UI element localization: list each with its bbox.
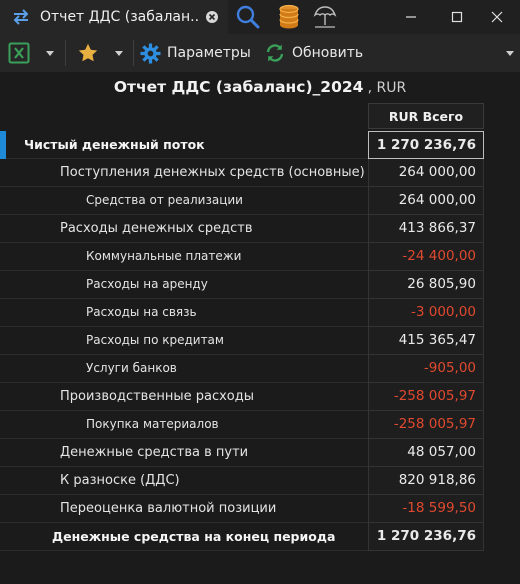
- row-label: Производственные расходы: [60, 389, 254, 404]
- toolbar-divider: [133, 40, 134, 66]
- row-label-cell[interactable]: Средства от реализации: [0, 187, 368, 215]
- row-value-cell[interactable]: -258 005,97: [368, 411, 484, 439]
- row-value-cell[interactable]: -18 599,50: [368, 495, 484, 523]
- refresh-button[interactable]: Обновить: [264, 34, 363, 72]
- row-label: К разноске (ДДС): [60, 473, 180, 488]
- report-rows: Чистый денежный поток 1 270 236,76 Поступл…: [0, 131, 520, 551]
- row-label-cell[interactable]: Услуги банков: [0, 355, 368, 383]
- table-row[interactable]: Услуги банков -905,00: [0, 355, 520, 383]
- excel-export-button[interactable]: [8, 34, 30, 72]
- table-row[interactable]: Производственные расходы -258 005,97: [0, 383, 520, 411]
- row-value-cell[interactable]: -24 400,00: [368, 243, 484, 271]
- table-row[interactable]: Расходы по кредитам 415 365,47: [0, 327, 520, 355]
- database-icon[interactable]: [275, 3, 303, 31]
- row-label-cell[interactable]: Денежные средства на конец периода: [0, 523, 368, 551]
- report-currency: , RUR: [367, 80, 407, 96]
- row-value-cell[interactable]: 48 057,00: [368, 439, 484, 467]
- row-label-cell[interactable]: Производственные расходы: [0, 383, 368, 411]
- row-label: Денежные средства на конец периода: [52, 529, 336, 544]
- table-row[interactable]: К разноске (ДДС) 820 918,86: [0, 467, 520, 495]
- row-value-cell[interactable]: 820 918,86: [368, 467, 484, 495]
- row-label: Расходы на связь: [86, 305, 197, 319]
- row-label-cell[interactable]: Расходы на аренду: [0, 271, 368, 299]
- row-label: Чистый денежный поток: [24, 137, 205, 152]
- row-label: Расходы на аренду: [86, 277, 208, 291]
- row-label: Переоценка валютной позиции: [60, 501, 277, 516]
- star-icon: [78, 43, 98, 62]
- report-title: Отчет ДДС (забаланс)_2024: [113, 78, 364, 96]
- row-label-cell[interactable]: Переоценка валютной позиции: [0, 495, 368, 523]
- row-label-cell[interactable]: Чистый денежный поток: [0, 131, 368, 159]
- table-row[interactable]: Денежные средства на конец периода 1 270 …: [0, 523, 520, 551]
- table-row[interactable]: Поступления денежных средств (основные) 2…: [0, 159, 520, 187]
- column-header-total[interactable]: RUR Всего: [368, 103, 484, 129]
- row-label: Покупка материалов: [86, 417, 219, 431]
- row-value-cell[interactable]: 415 365,47: [368, 327, 484, 355]
- table-row[interactable]: Коммунальные платежи -24 400,00: [0, 243, 520, 271]
- parameters-button[interactable]: Параметры: [140, 34, 251, 72]
- close-window-icon[interactable]: [474, 0, 520, 34]
- row-label-cell[interactable]: Расходы по кредитам: [0, 327, 368, 355]
- title-bar: Отчет ДДС (забалан...: [0, 0, 520, 34]
- row-label: Услуги банков: [86, 361, 177, 375]
- chevron-down-icon: [115, 50, 123, 56]
- row-label-cell[interactable]: Поступления денежных средств (основные): [0, 159, 368, 187]
- row-label: Расходы денежных средств: [60, 221, 253, 236]
- gear-icon: [140, 42, 161, 64]
- report-tab[interactable]: Отчет ДДС (забалан...: [0, 0, 228, 34]
- row-label-cell[interactable]: Расходы денежных средств: [0, 215, 368, 243]
- table-row[interactable]: Переоценка валютной позиции -18 599,50: [0, 495, 520, 523]
- row-label: Поступления денежных средств (основные): [60, 165, 365, 180]
- refresh-label: Обновить: [292, 45, 364, 61]
- row-label-cell[interactable]: Расходы на связь: [0, 299, 368, 327]
- row-label: Расходы по кредитам: [86, 333, 224, 347]
- toolbar-overflow-button[interactable]: [506, 34, 514, 72]
- row-value-cell[interactable]: 264 000,00: [368, 187, 484, 215]
- toolbar-divider: [65, 40, 66, 66]
- chevron-down-icon: [46, 50, 54, 56]
- close-icon[interactable]: [204, 9, 220, 25]
- row-label-cell[interactable]: Коммунальные платежи: [0, 243, 368, 271]
- table-row[interactable]: Расходы денежных средств 413 866,37: [0, 215, 520, 243]
- row-label: Коммунальные платежи: [86, 249, 242, 263]
- table-row[interactable]: Средства от реализации 264 000,00: [0, 187, 520, 215]
- switch-arrows-icon: [10, 6, 32, 28]
- row-value-cell[interactable]: 413 866,37: [368, 215, 484, 243]
- umbrella-icon[interactable]: [311, 3, 339, 31]
- favorites-dropdown-button[interactable]: [115, 34, 123, 72]
- row-value-cell[interactable]: -905,00: [368, 355, 484, 383]
- excel-dropdown-button[interactable]: [46, 34, 54, 72]
- report-header: Отчет ДДС (забаланс)_2024 , RUR: [0, 74, 520, 100]
- table-row[interactable]: Покупка материалов -258 005,97: [0, 411, 520, 439]
- row-selection-indicator: [0, 131, 6, 159]
- table-row[interactable]: Расходы на аренду 26 805,90: [0, 271, 520, 299]
- row-label: Средства от реализации: [86, 193, 243, 207]
- table-row[interactable]: Денежные средства в пути 48 057,00: [0, 439, 520, 467]
- row-value-cell[interactable]: -258 005,97: [368, 383, 484, 411]
- row-value-cell[interactable]: -3 000,00: [368, 299, 484, 327]
- row-label: Денежные средства в пути: [60, 445, 249, 460]
- minimize-icon[interactable]: [388, 0, 434, 34]
- parameters-label: Параметры: [167, 45, 251, 61]
- row-label-cell[interactable]: К разноске (ДДС): [0, 467, 368, 495]
- favorites-button[interactable]: [77, 34, 99, 72]
- table-row[interactable]: Чистый денежный поток 1 270 236,76: [0, 131, 520, 159]
- row-label-cell[interactable]: Денежные средства в пути: [0, 439, 368, 467]
- excel-icon: [8, 42, 30, 64]
- refresh-icon: [266, 44, 284, 62]
- row-value-cell[interactable]: 26 805,90: [368, 271, 484, 299]
- tab-title: Отчет ДДС (забалан...: [40, 9, 200, 25]
- row-label-cell[interactable]: Покупка материалов: [0, 411, 368, 439]
- table-row[interactable]: Расходы на связь -3 000,00: [0, 299, 520, 327]
- toolbar: Параметры Обновить: [0, 34, 520, 73]
- row-value-cell[interactable]: 264 000,00: [368, 159, 484, 187]
- chevron-down-icon: [506, 50, 514, 56]
- search-icon[interactable]: [234, 3, 262, 31]
- row-value-cell[interactable]: 1 270 236,76: [368, 131, 484, 159]
- row-value-cell[interactable]: 1 270 236,76: [368, 523, 484, 551]
